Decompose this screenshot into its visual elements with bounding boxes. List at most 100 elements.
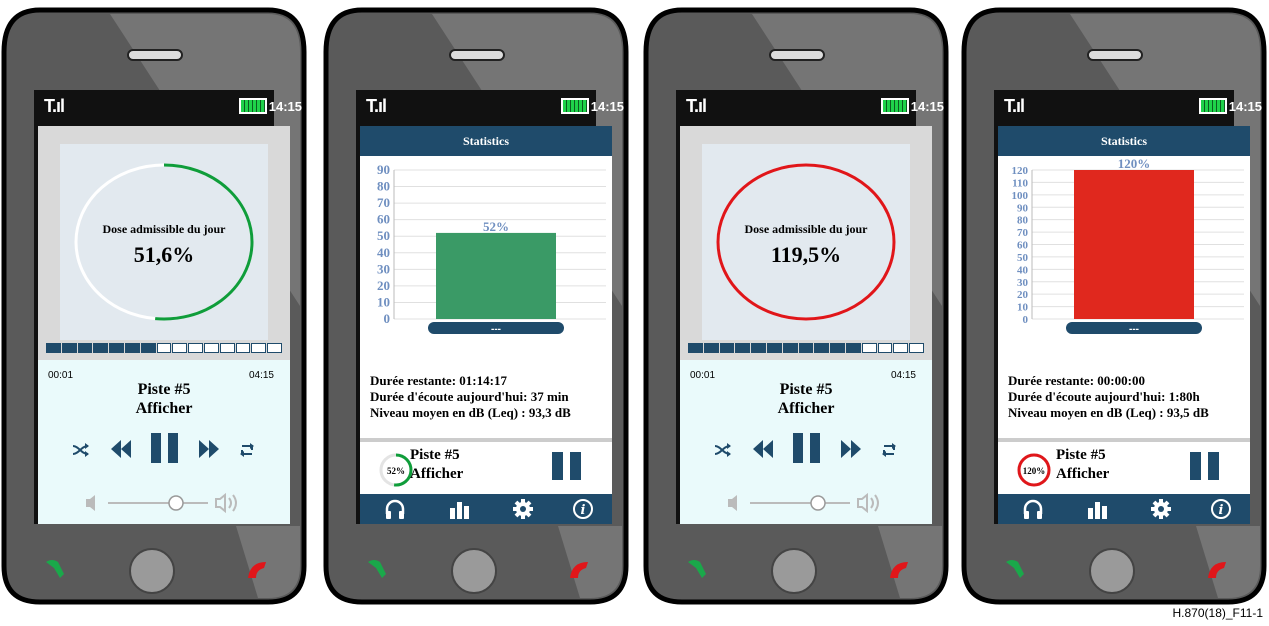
y-tick-label: 0 xyxy=(384,311,391,326)
pause-icon[interactable] xyxy=(150,432,180,464)
progress-segment xyxy=(77,343,93,353)
y-tick-label: 40 xyxy=(377,245,390,260)
home-button xyxy=(771,548,817,594)
y-tick-label: 20 xyxy=(1017,289,1029,301)
fast-forward-icon[interactable] xyxy=(840,438,862,460)
home-button xyxy=(451,548,497,594)
rewind-icon[interactable] xyxy=(110,438,132,460)
dose-bar xyxy=(1074,170,1194,319)
repeat-icon[interactable] xyxy=(238,442,256,458)
speaker-grille xyxy=(769,49,825,61)
track-progress-bar[interactable] xyxy=(688,343,924,353)
info-icon[interactable]: i xyxy=(572,498,594,520)
volume-knob xyxy=(810,495,826,511)
listening-duration: Durée d'écoute aujourd'hui: 1:80h xyxy=(1008,389,1200,404)
progress-segment xyxy=(703,343,719,353)
bottom-nav: i xyxy=(360,494,612,524)
track-action[interactable]: Afficher xyxy=(38,399,290,418)
progress-segment xyxy=(172,343,188,353)
pause-icon[interactable] xyxy=(792,432,822,464)
track-progress-bar[interactable] xyxy=(46,343,282,353)
y-tick-label: 0 xyxy=(1023,314,1029,326)
progress-segment xyxy=(814,343,830,353)
dose-value: 119,5% xyxy=(770,242,842,267)
status-bar: T.ıl 14:15 xyxy=(678,90,950,122)
track-action[interactable]: Afficher xyxy=(680,399,932,418)
info-icon[interactable]: i xyxy=(1210,498,1232,520)
statistics-icon[interactable] xyxy=(1086,498,1108,520)
progress-segment xyxy=(61,343,77,353)
y-tick-label: 10 xyxy=(1017,302,1029,314)
headphones-icon[interactable] xyxy=(384,498,406,520)
dose-panel: Dose admissible du jour 119,5% xyxy=(702,144,910,340)
mini-pause-icon[interactable] xyxy=(552,452,582,480)
y-tick-label: 120 xyxy=(1012,165,1029,177)
y-tick-label: 50 xyxy=(377,228,390,243)
home-button xyxy=(129,548,175,594)
statistics-icon[interactable] xyxy=(448,498,470,520)
y-tick-label: 30 xyxy=(377,261,390,276)
volume-slider[interactable] xyxy=(38,488,290,518)
progress-segment xyxy=(688,343,703,353)
battery-icon xyxy=(880,98,909,114)
y-tick-label: 90 xyxy=(377,162,390,177)
shuffle-icon[interactable] xyxy=(714,442,732,458)
progress-segment xyxy=(109,343,124,353)
progress-segment xyxy=(751,343,766,353)
status-bar: T.ıl 14:15 xyxy=(996,90,1268,122)
clock: 14:15 xyxy=(910,98,944,114)
bar-data-label: 52% xyxy=(483,219,509,234)
mini-pause-icon[interactable] xyxy=(1190,452,1220,480)
mini-track-info: Piste #5 Afficher xyxy=(410,446,463,484)
y-tick-label: 80 xyxy=(1017,215,1029,227)
progress-segment xyxy=(830,343,845,353)
gear-icon[interactable] xyxy=(512,498,534,520)
progress-segment xyxy=(235,343,251,353)
dose-label: Dose admissible du jour xyxy=(744,222,868,236)
dose-bar xyxy=(436,232,556,319)
progress-segment xyxy=(766,343,782,353)
progress-segment xyxy=(124,343,140,353)
mini-track-action[interactable]: Afficher xyxy=(1056,465,1109,484)
volume-high-icon xyxy=(215,492,237,514)
repeat-icon[interactable] xyxy=(880,442,898,458)
volume-slider[interactable] xyxy=(680,488,932,518)
mini-player: 52% Piste #5 Afficher xyxy=(360,438,612,498)
average-level: Niveau moyen en dB (Leq) : 93,3 dB xyxy=(370,405,571,420)
y-tick-label: 60 xyxy=(1017,240,1029,252)
signal-icon: T.ıl xyxy=(366,96,387,116)
y-tick-label: 20 xyxy=(377,278,390,293)
stats-header: Statistics xyxy=(998,126,1250,156)
headphones-icon[interactable] xyxy=(1022,498,1044,520)
track-info: Piste #5 Afficher xyxy=(38,380,290,418)
status-bar: T.ıl 14:15 xyxy=(358,90,630,122)
rewind-icon[interactable] xyxy=(752,438,774,460)
gear-icon[interactable] xyxy=(1150,498,1172,520)
player-screen: Dose admissible du jour 119,5% 00:01 04:… xyxy=(680,126,932,524)
volume-low-icon xyxy=(86,495,95,511)
progress-segment xyxy=(782,343,798,353)
clock: 14:15 xyxy=(268,98,302,114)
mini-ring-label: 52% xyxy=(387,466,405,476)
y-tick-label: 40 xyxy=(1017,264,1029,276)
dose-panel: Dose admissible du jour 51,6% xyxy=(60,144,268,340)
shuffle-icon[interactable] xyxy=(72,442,90,458)
player-controls-panel: 00:01 04:15 Piste #5 Afficher xyxy=(38,360,290,524)
mini-ring-label: 120% xyxy=(1023,466,1046,476)
stats-info: Durée restante: 01:14:17 Durée d'écoute … xyxy=(370,373,571,421)
volume-low-icon xyxy=(728,495,737,511)
mini-track-action[interactable]: Afficher xyxy=(410,465,463,484)
track-info: Piste #5 Afficher xyxy=(680,380,932,418)
mini-player: 120% Piste #5 Afficher xyxy=(998,438,1250,498)
progress-segment xyxy=(798,343,814,353)
track-title: Piste #5 xyxy=(137,381,191,398)
fast-forward-icon[interactable] xyxy=(198,438,220,460)
battery-icon xyxy=(238,98,267,114)
mini-track-title: Piste #5 xyxy=(410,447,460,463)
volume-high-icon xyxy=(857,492,879,514)
transport-controls xyxy=(38,430,290,470)
progress-segment xyxy=(219,343,235,353)
progress-segment xyxy=(893,343,909,353)
progress-segment xyxy=(156,343,172,353)
stats-screen: Statistics 0 10 20 30 40 50 60 70 80 90 100 110 120 1… xyxy=(998,126,1250,524)
